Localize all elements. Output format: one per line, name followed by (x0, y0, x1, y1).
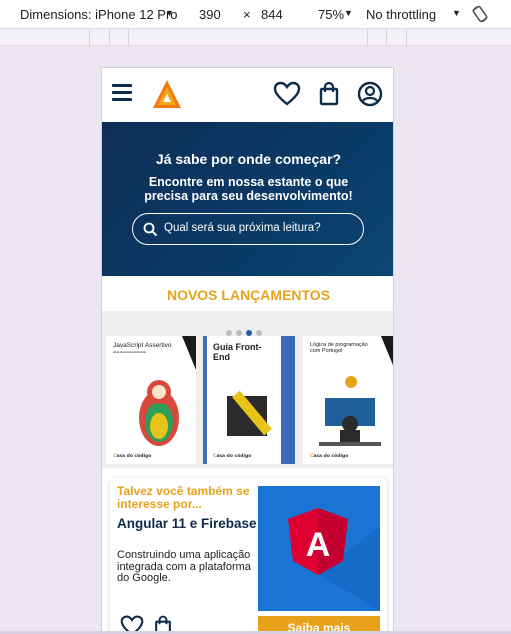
heart-icon[interactable] (273, 80, 301, 108)
hamburger-icon[interactable] (112, 84, 132, 104)
search-placeholder: Qual será sua próxima leitura? (164, 222, 321, 234)
book-publisher-logo: Casa do código (310, 454, 349, 459)
logo-icon[interactable] (151, 78, 183, 110)
matryoshka-illustration (139, 380, 179, 446)
carousel-dots (226, 321, 266, 336)
suggestion-book-title[interactable]: Angular 11 e Firebase (117, 517, 257, 531)
shopping-bag-icon[interactable] (315, 80, 343, 108)
devtools-device-toolbar: Dimensions: iPhone 12 Pro ▼ 390 × 844 75… (0, 0, 511, 29)
cover-corner-stripe (381, 336, 393, 370)
cover-side-stripe (203, 336, 207, 464)
device-selector[interactable]: Dimensions: iPhone 12 Pro (20, 7, 178, 22)
book-card-javascript-assertivo[interactable]: JavaScript Assertivo ▬▬▬▬▬▬▬▬▬▬ Casa do … (106, 336, 196, 464)
search-box[interactable]: Qual será sua próxima leitura? (132, 213, 364, 245)
book-title: Lógica de programação com Portugol (310, 342, 368, 354)
book-publisher-logo: Casa do código (213, 454, 252, 459)
cover-corner-stripe (182, 336, 196, 370)
new-releases-carousel[interactable]: JavaScript Assertivo ▬▬▬▬▬▬▬▬▬▬ Casa do … (102, 311, 393, 468)
book-title: Guia Front-End (213, 342, 262, 362)
dimension-separator: × (243, 7, 251, 22)
zoom-dropdown-caret-icon[interactable]: ▼ (344, 8, 353, 18)
height-input[interactable]: 844 (261, 7, 283, 22)
device-viewport: Já sabe por onde começar? Encontre em no… (101, 67, 394, 634)
width-input[interactable]: 390 (199, 7, 221, 22)
cover-side-stripe (281, 336, 295, 464)
book-card-guia-front-end[interactable]: Guia Front-End Casa do código (203, 336, 295, 464)
site-header (102, 68, 393, 122)
zoom-selector[interactable]: 75% (318, 7, 344, 22)
rotate-device-icon[interactable] (470, 4, 490, 24)
book-subtitle-lines: ▬▬▬▬▬▬▬▬▬▬ (113, 350, 147, 354)
search-icon (143, 222, 158, 237)
user-circle-icon[interactable] (356, 80, 384, 108)
person-at-computer-illustration (319, 376, 381, 446)
suggestion-book-cover[interactable]: A (258, 486, 380, 611)
book-publisher-logo: Casa do código (113, 454, 152, 459)
suggestion-card: Talvez você também se interesse por... A… (110, 478, 387, 634)
new-releases-title: NOVOS LANÇAMENTOS (102, 276, 393, 311)
book-card-logica-portugol[interactable]: Lógica de programação com Portugol Casa … (303, 336, 393, 464)
book-title: JavaScript Assertivo (113, 342, 172, 349)
throttling-selector[interactable]: No throttling (366, 7, 436, 22)
suggestion-description: Construindo uma aplicação integrada com … (117, 549, 251, 584)
hero-title: Já sabe por onde começar? (155, 151, 342, 167)
suggestion-heading: Talvez você também se interesse por... (117, 484, 250, 511)
throttling-dropdown-caret-icon[interactable]: ▼ (452, 8, 461, 18)
cover-letter: A (306, 526, 331, 564)
angular-logo-icon: A (288, 508, 380, 611)
hero-banner: Já sabe por onde começar? Encontre em no… (102, 122, 393, 276)
device-dropdown-caret-icon[interactable]: ▼ (165, 8, 174, 18)
hero-subtitle: Encontre em nossa estante o que precisa … (144, 175, 353, 203)
media-query-ruler (0, 29, 511, 46)
